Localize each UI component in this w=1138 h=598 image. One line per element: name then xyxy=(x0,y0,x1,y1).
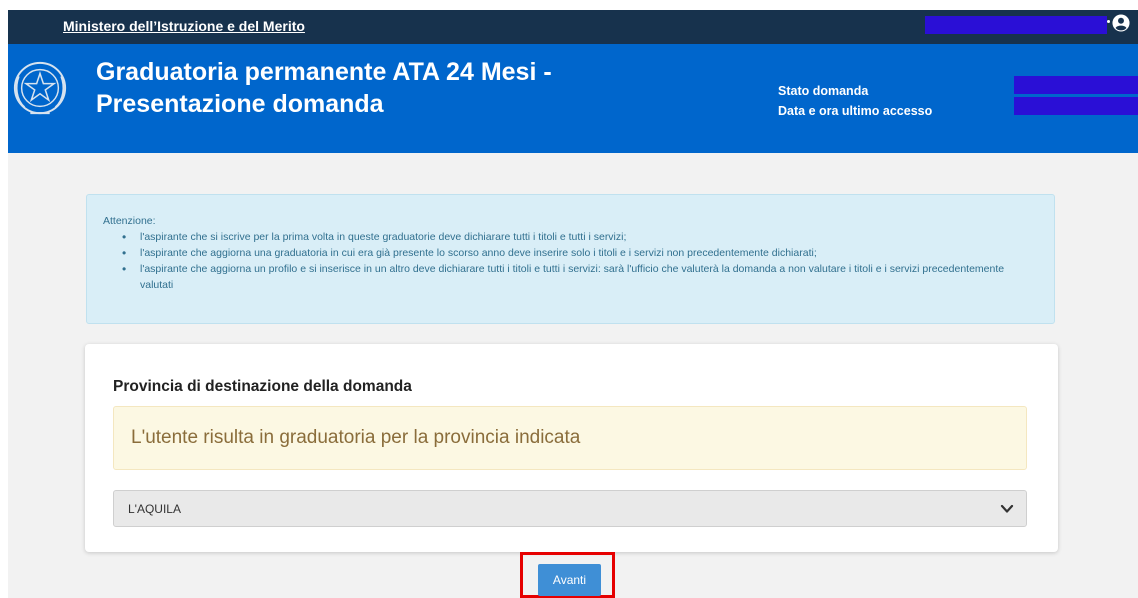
chevron-down-icon xyxy=(1000,504,1014,513)
info-alert: Attenzione: l'aspirante che si iscrive p… xyxy=(86,194,1055,324)
ministry-link[interactable]: Ministero dell’Istruzione e del Merito xyxy=(63,18,305,34)
province-select-value: L'AQUILA xyxy=(128,502,181,516)
alert-item: l'aspirante che aggiorna una graduatoria… xyxy=(122,245,1039,261)
last-access-label: Data e ora ultimo accesso xyxy=(778,104,933,118)
page-title-line-2: Presentazione domanda xyxy=(96,90,384,118)
province-select[interactable]: L'AQUILA xyxy=(113,490,1027,527)
main-content: Attenzione: l'aspirante che si iscrive p… xyxy=(8,153,1138,598)
alert-title: Attenzione: xyxy=(103,215,156,227)
last-access-value-redacted xyxy=(1014,97,1138,115)
status-value-redacted xyxy=(1014,76,1138,94)
alert-list: l'aspirante che si iscrive per la prima … xyxy=(103,229,1039,293)
user-name-redacted xyxy=(925,16,1107,34)
user-circle-icon[interactable] xyxy=(1112,14,1130,32)
status-info: Stato domanda Data e ora ultimo accesso xyxy=(778,81,932,121)
page-title: Graduatoria permanente ATA 24 Mesi - Pre… xyxy=(96,56,552,120)
province-label: Provincia di destinazione della domanda xyxy=(113,378,412,395)
next-button[interactable]: Avanti xyxy=(538,564,601,596)
top-bar-strip: Ministero dell’Istruzione e del Merito xyxy=(8,10,1138,44)
top-bar: Ministero dell’Istruzione e del Merito xyxy=(0,0,1138,44)
alert-item: l'aspirante che si iscrive per la prima … xyxy=(122,229,1039,245)
page-header: Graduatoria permanente ATA 24 Mesi - Pre… xyxy=(8,44,1138,153)
page-title-line-1: Graduatoria permanente ATA 24 Mesi - xyxy=(96,58,552,86)
province-warning-text: L'utente risulta in graduatoria per la p… xyxy=(131,427,581,448)
province-warning: L'utente risulta in graduatoria per la p… xyxy=(113,406,1027,470)
alert-item: l'aspirante che aggiorna un profilo e si… xyxy=(122,261,1039,293)
province-card: Provincia di destinazione della domanda … xyxy=(85,344,1058,552)
status-label: Stato domanda xyxy=(778,84,869,98)
user-menu-dot xyxy=(1107,20,1110,23)
italian-republic-emblem-icon xyxy=(13,61,67,115)
